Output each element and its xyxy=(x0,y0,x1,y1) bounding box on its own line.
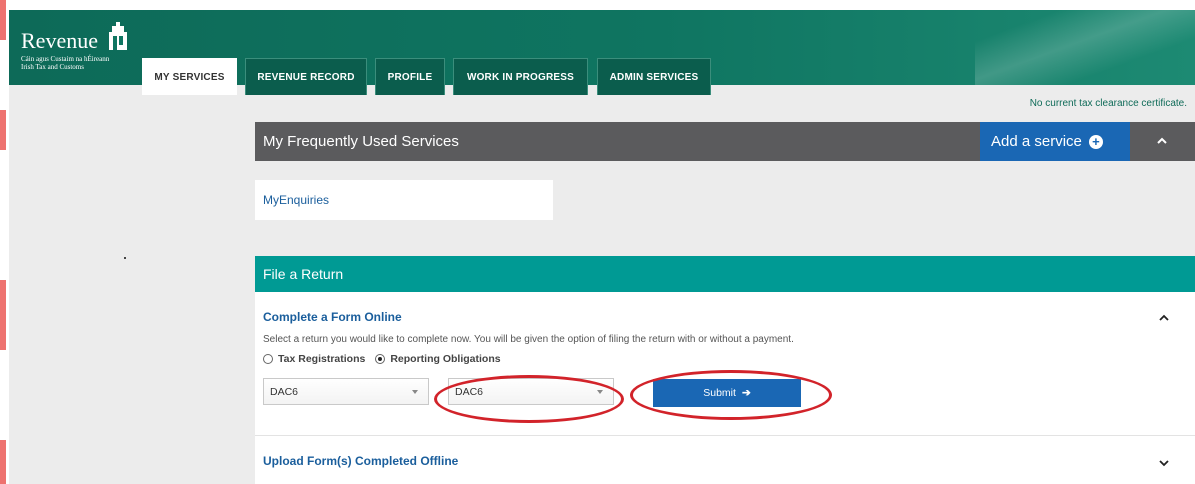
brand-subtitle-english: Irish Tax and Customs xyxy=(21,63,84,71)
submit-button[interactable]: Submit ➔ xyxy=(653,379,801,407)
frequent-services-title: My Frequently Used Services xyxy=(263,133,459,150)
return-category-select[interactable]: DAC6 xyxy=(263,378,429,405)
chevron-up-icon[interactable] xyxy=(1155,134,1169,148)
file-return-header: File a Return xyxy=(255,256,1195,292)
upload-offline-heading[interactable]: Upload Form(s) Completed Offline xyxy=(263,454,458,468)
dropdown-arrow-icon xyxy=(597,390,603,394)
submit-label: Submit xyxy=(703,387,736,399)
tab-my-services[interactable]: MY SERVICES xyxy=(142,58,237,95)
chevron-down-icon[interactable] xyxy=(1158,457,1170,469)
add-service-button[interactable]: Add a service + xyxy=(980,122,1130,161)
file-return-body: Complete a Form Online Select a return y… xyxy=(255,292,1195,484)
dropdown-arrow-icon xyxy=(412,390,418,394)
tab-revenue-record[interactable]: REVENUE RECORD xyxy=(245,58,367,95)
section-divider xyxy=(255,435,1195,436)
myenquiries-link[interactable]: MyEnquiries xyxy=(263,193,329,207)
tax-clearance-status[interactable]: No current tax clearance certificate. xyxy=(1030,98,1187,109)
harp-crest-icon xyxy=(109,22,127,50)
left-edge-artifact xyxy=(0,0,9,484)
top-strip xyxy=(0,0,1195,10)
add-service-label: Add a service xyxy=(991,133,1082,150)
revenue-logo[interactable]: Revenue Cáin agus Custaim na hÉireann Ir… xyxy=(21,22,127,71)
brand-name: Revenue xyxy=(21,28,98,53)
radio-reporting-obligations-label[interactable]: Reporting Obligations xyxy=(390,353,500,365)
radio-tax-registrations-label[interactable]: Tax Registrations xyxy=(278,353,365,365)
frequent-services-header: My Frequently Used Services Add a servic… xyxy=(255,122,1195,161)
chevron-up-icon[interactable] xyxy=(1158,312,1170,324)
return-category-value: DAC6 xyxy=(270,386,299,398)
file-return-title: File a Return xyxy=(263,266,344,282)
radio-reporting-obligations[interactable] xyxy=(375,354,386,364)
tab-work-in-progress[interactable]: WORK IN PROGRESS xyxy=(453,58,588,95)
brand-subtitle-irish: Cáin agus Custaim na hÉireann xyxy=(21,55,110,63)
return-type-radios: Tax Registrations Reporting Obligations xyxy=(263,353,511,365)
frequent-service-card: MyEnquiries xyxy=(255,180,553,220)
return-form-select[interactable]: DAC6 xyxy=(448,378,614,405)
site-header: Revenue Cáin agus Custaim na hÉireann Ir… xyxy=(9,10,1195,95)
plus-circle-icon: + xyxy=(1088,134,1103,149)
complete-form-description: Select a return you would like to comple… xyxy=(263,334,794,345)
radio-tax-registrations[interactable] xyxy=(263,354,273,364)
tab-admin-services[interactable]: ADMIN SERVICES xyxy=(597,58,711,95)
tab-profile[interactable]: PROFILE xyxy=(375,58,445,95)
stray-dot xyxy=(124,257,126,259)
complete-form-heading[interactable]: Complete a Form Online xyxy=(263,310,402,324)
arrow-right-icon: ➔ xyxy=(741,387,751,399)
return-form-value: DAC6 xyxy=(455,386,484,398)
